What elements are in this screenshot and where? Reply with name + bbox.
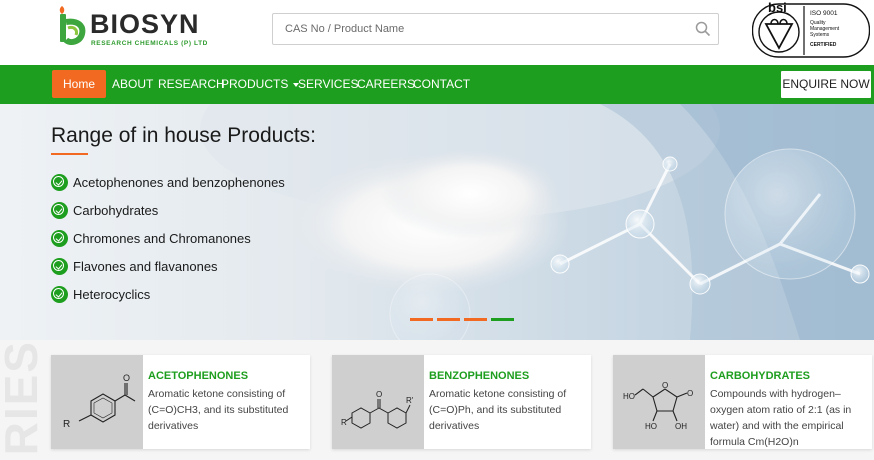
card-title: BENZOPHENONES (429, 370, 530, 382)
bsi-label: bsi (768, 0, 787, 15)
hero-title: Range of in house Products: (51, 124, 317, 147)
nav-about[interactable]: ABOUT (112, 65, 153, 104)
svg-text:OH: OH (675, 422, 687, 431)
product-categories-section: RIES O R ACETOPHENONES Aromatic ketone c… (0, 340, 874, 460)
category-card-carbohydrates[interactable]: O O HO HO OH CARBOHYDRATES Compounds wit… (613, 355, 872, 449)
hero-slider: Range of in house Products: Acetophenone… (0, 104, 874, 340)
list-item-label: Acetophenones and benzophenones (73, 174, 285, 190)
check-circle-icon (51, 257, 68, 275)
slider-dot-1[interactable] (410, 318, 433, 321)
list-item-label: Heterocyclics (73, 286, 151, 302)
product-range-list: Acetophenones and benzophenones Carbohyd… (51, 168, 285, 308)
brand-tagline: RESEARCH CHEMICALS (P) LTD (91, 40, 208, 47)
slider-pagination (410, 318, 514, 321)
check-circle-icon (51, 173, 68, 191)
category-card-benzophenones[interactable]: O R R' BENZOPHENONES Aromatic ketone con… (332, 355, 591, 449)
search-input[interactable] (273, 14, 673, 44)
check-circle-icon (51, 229, 68, 247)
main-navigation: Home ABOUT RESEARCH PRODUCTS SERVICES CA… (0, 65, 874, 104)
enquire-now-button[interactable]: ENQUIRE NOW (781, 71, 871, 98)
slider-dot-2[interactable] (437, 318, 460, 321)
card-title: ACETOPHENONES (148, 370, 249, 382)
nav-research[interactable]: RESEARCH (158, 65, 225, 104)
card-description: Aromatic ketone consisting of (C=O)Ph, a… (429, 388, 567, 432)
list-item: Acetophenones and benzophenones (51, 168, 285, 196)
svg-text:HO: HO (645, 422, 657, 431)
iso-label: ISO 9001 (810, 10, 838, 17)
acetophenone-structure-image: O R (51, 355, 143, 449)
card-description: Compounds with hydrogen–oxygen atom rati… (710, 388, 852, 448)
nav-contact[interactable]: CONTACT (413, 65, 470, 104)
nav-products[interactable]: PRODUCTS (221, 65, 300, 104)
svg-text:R: R (63, 419, 70, 430)
nav-home[interactable]: Home (52, 70, 106, 98)
bsi-iso-certification-badge: bsi ISO 9001 Quality Management Systems … (752, 0, 870, 58)
svg-text:O: O (123, 373, 130, 383)
slider-dot-4[interactable] (491, 318, 514, 321)
list-item-label: Chromones and Chromanones (73, 230, 251, 246)
list-item-label: Carbohydrates (73, 202, 159, 218)
list-item-label: Flavones and flavanones (73, 258, 218, 274)
section-watermark: RIES (0, 340, 47, 456)
nav-products-label: PRODUCTS (221, 77, 289, 91)
slider-dot-3[interactable] (464, 318, 487, 321)
list-item: Flavones and flavanones (51, 252, 285, 280)
iso-certified-label: CERTIFIED (810, 42, 837, 48)
search-icon[interactable] (694, 20, 712, 38)
list-item: Heterocyclics (51, 280, 285, 308)
svg-text:O: O (376, 390, 382, 399)
search-box (272, 13, 719, 45)
brand-logo[interactable]: BIOSYN RESEARCH CHEMICALS (P) LTD (56, 4, 226, 48)
card-title: CARBOHYDRATES (710, 370, 811, 382)
check-circle-icon (51, 201, 68, 219)
list-item: Chromones and Chromanones (51, 224, 285, 252)
biosyn-logo-icon (59, 6, 86, 45)
check-circle-icon (51, 285, 68, 303)
list-item: Carbohydrates (51, 196, 285, 224)
hero-title-underline (51, 153, 88, 155)
svg-text:R': R' (406, 396, 414, 405)
card-description: Aromatic ketone consisting of (C=O)CH3, … (148, 388, 289, 432)
carbohydrate-structure-image: O O HO HO OH (613, 355, 705, 449)
iso-line-3: Systems (810, 32, 830, 38)
svg-text:R: R (341, 418, 347, 427)
svg-text:O: O (687, 389, 693, 398)
benzophenone-structure-image: O R R' (332, 355, 424, 449)
nav-services[interactable]: SERVICES (298, 65, 358, 104)
svg-text:O: O (662, 381, 668, 390)
nav-careers[interactable]: CAREERS (357, 65, 415, 104)
brand-name: BIOSYN (90, 9, 200, 39)
svg-text:HO: HO (623, 392, 635, 401)
site-header: BIOSYN RESEARCH CHEMICALS (P) LTD bsi IS… (0, 0, 874, 65)
category-card-acetophenones[interactable]: O R ACETOPHENONES Aromatic ketone consis… (51, 355, 310, 449)
